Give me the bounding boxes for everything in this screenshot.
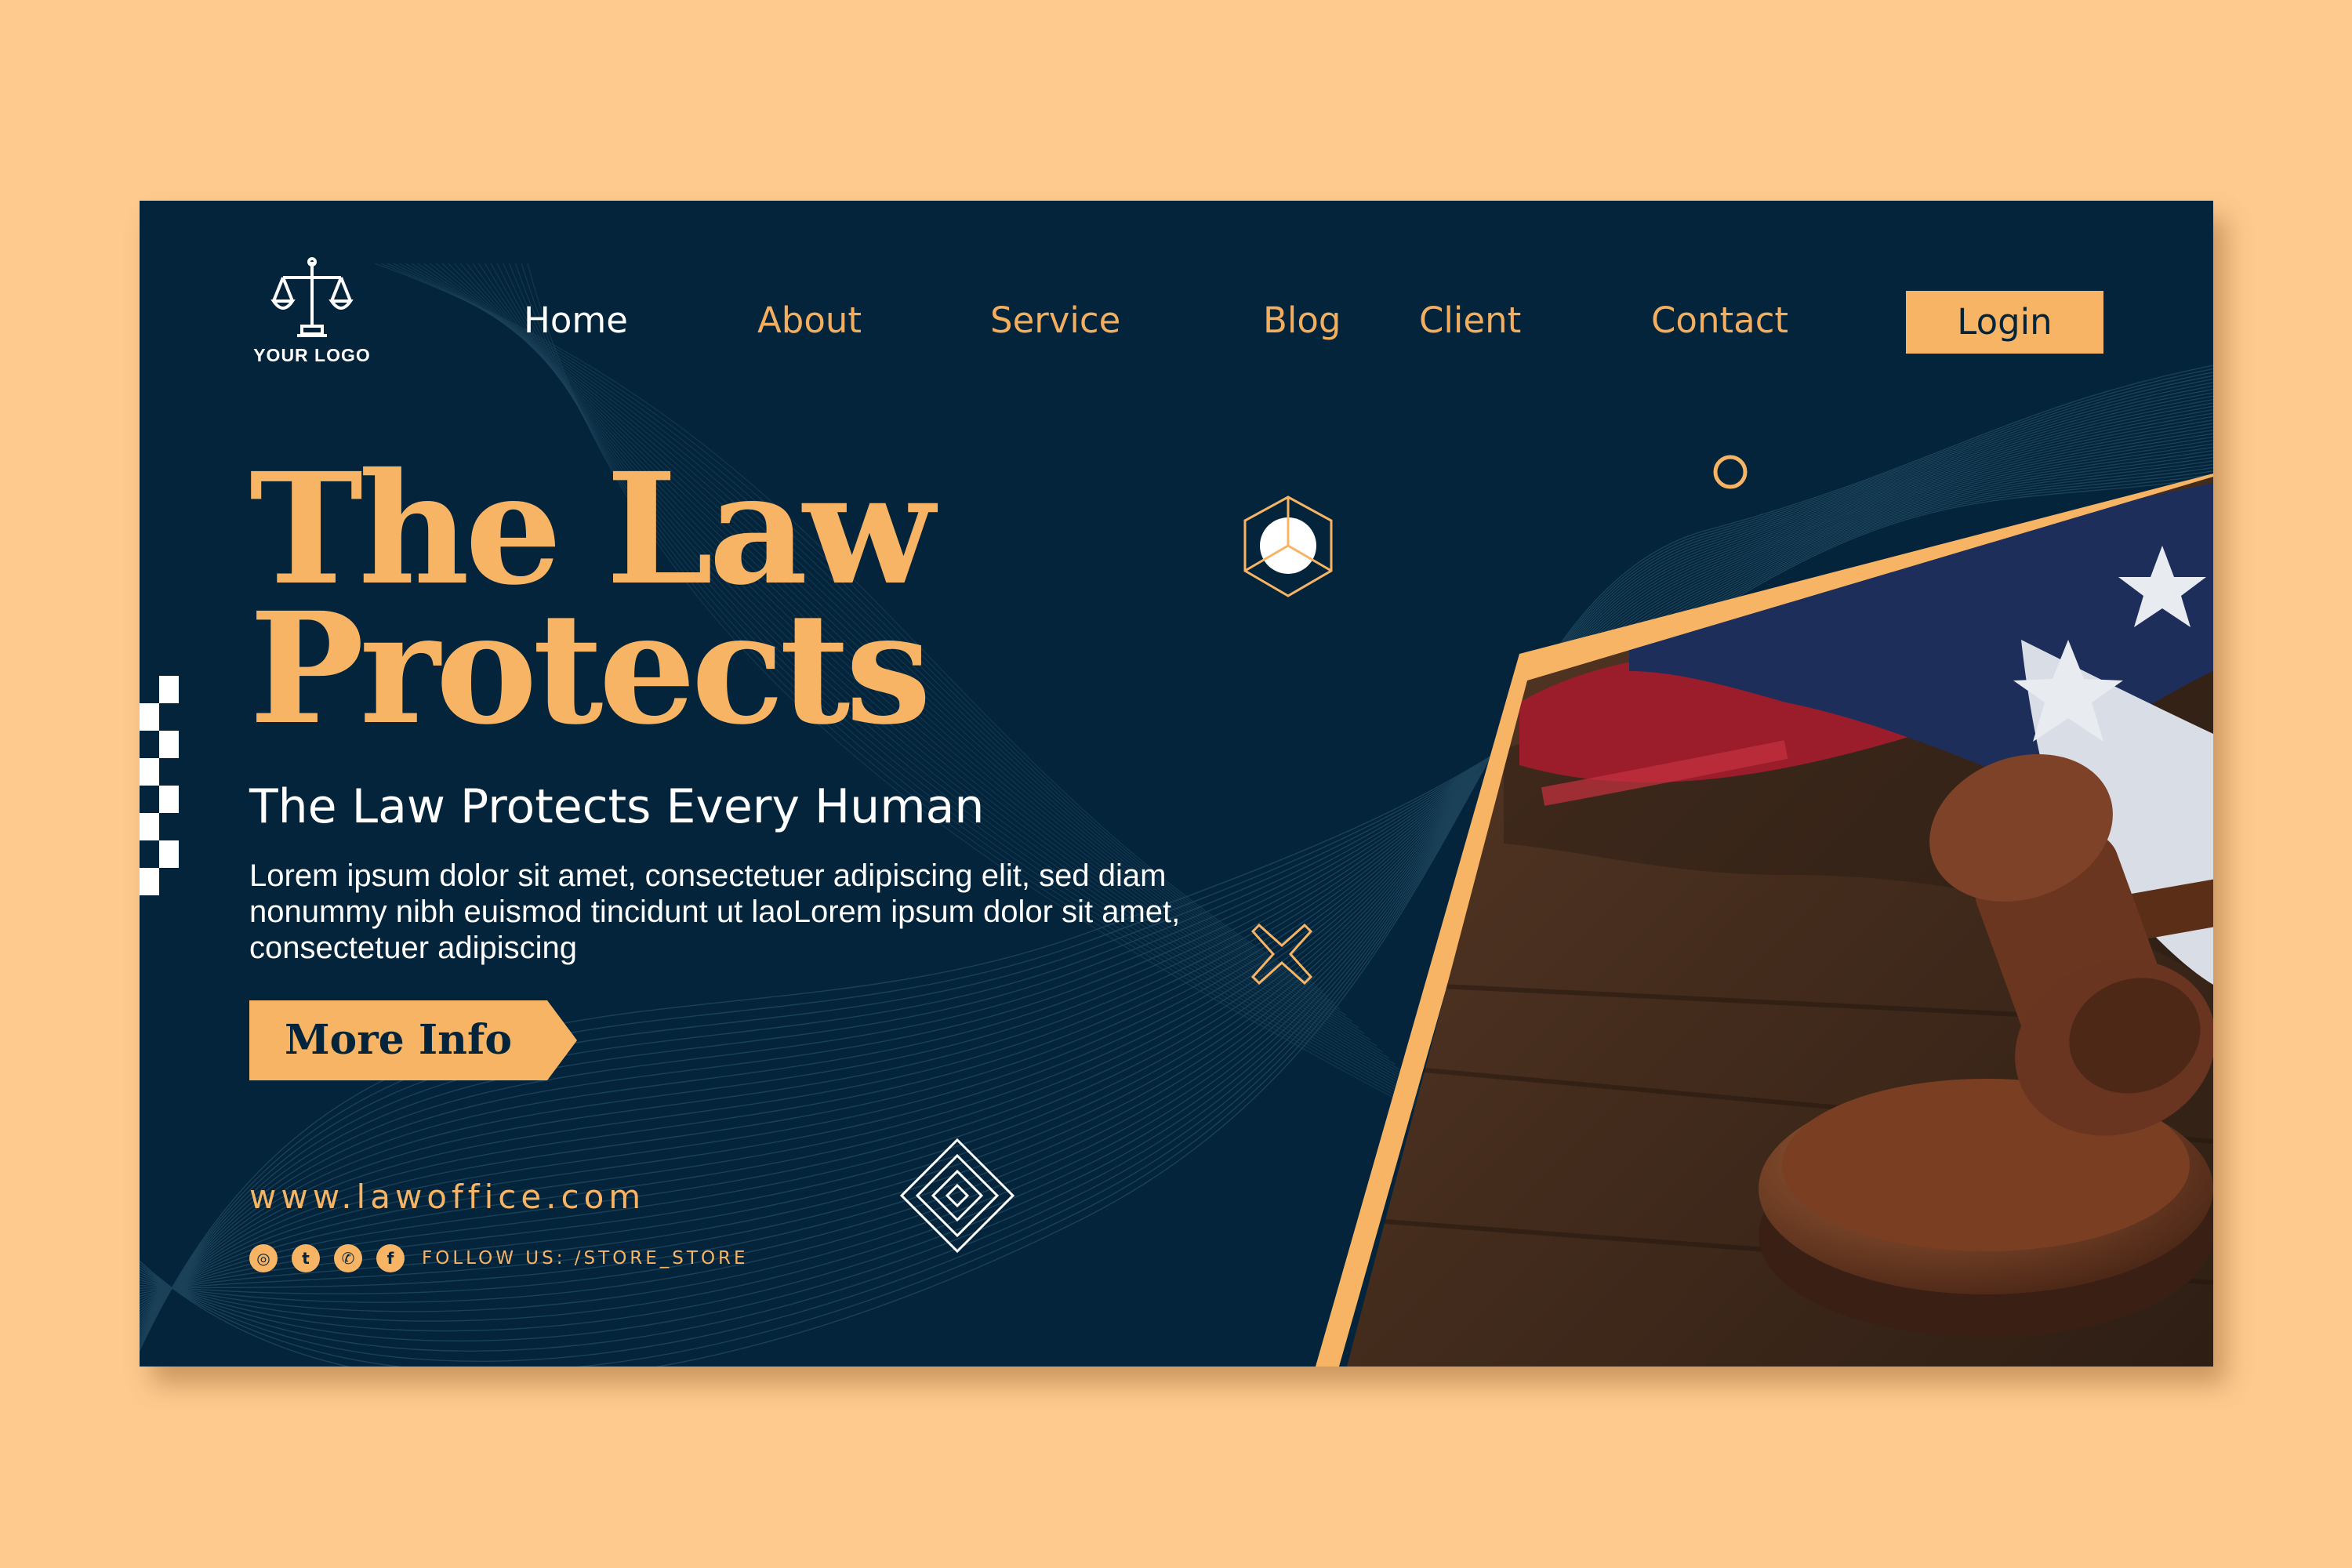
hero-title: The Law Protects [249,452,935,758]
hero-subtitle: The Law Protects Every Human [249,779,985,834]
more-info-label: More Info [284,1016,512,1064]
hero-title-line2: Protects [249,579,931,758]
hero-description: Lorem ipsum dolor sit amet, consectetuer… [249,858,1181,965]
landing-page-card: YOUR LOGO Home About Service Blog Client… [140,201,2213,1367]
diamond-maze-decoration [899,1138,1015,1254]
brand-logo[interactable]: YOUR LOGO [249,256,375,366]
hexagon-decoration [1243,495,1333,597]
follow-us-text: FOLLOW US: /STORE_STORE [422,1248,749,1269]
logo-text: YOUR LOGO [253,345,371,365]
twitter-icon[interactable]: t [292,1244,320,1272]
checker-pattern-decoration [140,676,179,895]
more-info-button[interactable]: More Info [249,1000,579,1080]
ring-decoration [1713,455,1748,489]
scales-of-justice-icon [270,257,354,337]
instagram-icon[interactable]: ◎ [249,1244,278,1272]
nav-about[interactable]: About [757,299,862,341]
login-button[interactable]: Login [1906,291,2103,354]
nav-blog[interactable]: Blog [1263,299,1341,341]
nav-contact[interactable]: Contact [1651,299,1788,341]
website-link[interactable]: www.lawoffice.com [249,1178,645,1216]
whatsapp-icon[interactable]: ✆ [334,1244,362,1272]
nav-service[interactable]: Service [990,299,1120,341]
facebook-icon[interactable]: f [376,1244,405,1272]
nav-client[interactable]: Client [1419,299,1521,341]
nav-home[interactable]: Home [524,299,628,341]
social-bar: ◎ t ✆ f FOLLOW US: /STORE_STORE [249,1243,749,1273]
cross-decoration [1251,924,1312,985]
